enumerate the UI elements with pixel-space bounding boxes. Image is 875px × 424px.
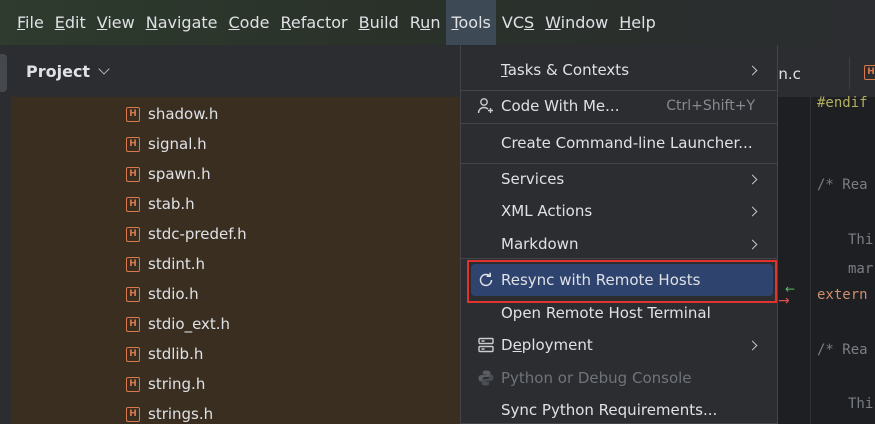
annotation-highlight-box <box>467 260 777 303</box>
code-line: /* Rea <box>817 342 868 358</box>
header-file-icon: H <box>126 316 140 332</box>
code-line: /* Rea <box>817 177 868 193</box>
header-file-icon: H <box>126 166 140 182</box>
menu-tools[interactable]: Tools <box>446 0 496 45</box>
file-name: spawn.h <box>148 165 211 183</box>
file-name: string.h <box>148 375 206 393</box>
project-panel-header: Project <box>11 45 460 97</box>
project-title[interactable]: Project <box>26 62 90 81</box>
code-line: mar <box>848 261 874 277</box>
tree-item[interactable]: Hstab.h <box>11 189 460 219</box>
chevron-down-icon[interactable] <box>98 63 110 75</box>
menu-item-python-debug-console[interactable]: Python or Debug Console <box>461 362 777 394</box>
submenu-arrow-icon <box>747 174 758 184</box>
tree-item[interactable]: Hstdio.h <box>11 279 460 309</box>
menu-separator <box>461 123 777 124</box>
submenu-arrow-icon <box>747 340 758 350</box>
menu-separator <box>461 258 777 259</box>
file-name: stdio.h <box>148 285 199 303</box>
menu-item-code-with-me[interactable]: Code With Me... Ctrl+Shift+Y <box>461 90 777 122</box>
menu-build[interactable]: Build <box>354 0 404 45</box>
code-line: #endif <box>817 95 868 111</box>
file-name: stdlib.h <box>148 345 204 363</box>
shortcut-label: Ctrl+Shift+Y <box>666 98 755 114</box>
editor-gutter-divider <box>810 97 811 424</box>
menu-code[interactable]: Code <box>224 0 275 45</box>
tree-item[interactable]: Hstdio_ext.h <box>11 309 460 339</box>
menu-help[interactable]: Help <box>614 0 660 45</box>
tree-item[interactable]: Hstdc-predef.h <box>11 219 460 249</box>
tree-item[interactable]: Hsignal.h <box>11 129 460 159</box>
submenu-arrow-icon <box>747 239 758 249</box>
header-file-icon: H <box>126 106 140 122</box>
header-file-icon: H <box>126 226 140 242</box>
file-name: stab.h <box>148 195 195 213</box>
file-name: stdint.h <box>148 255 206 273</box>
menu-navigate[interactable]: Navigate <box>141 0 223 45</box>
project-tool-button[interactable] <box>0 54 7 92</box>
code-line: Thi <box>848 232 874 248</box>
submenu-arrow-icon <box>747 65 758 75</box>
header-file-icon: H <box>126 196 140 212</box>
file-name: shadow.h <box>148 105 219 123</box>
menu-item-tasks-contexts[interactable]: Tasks & Contexts <box>461 54 777 86</box>
header-file-icon: H <box>126 376 140 392</box>
menu-item-create-cli-launcher[interactable]: Create Command-line Launcher... <box>461 127 777 159</box>
menu-item-services[interactable]: Services <box>461 163 777 195</box>
menu-window[interactable]: Window <box>540 0 613 45</box>
code-line: Thi <box>848 396 874 412</box>
menu-item-xml-actions[interactable]: XML Actions <box>461 195 777 227</box>
python-icon <box>477 369 495 387</box>
menu-item-deployment[interactable]: Deployment <box>461 329 777 361</box>
tree-item[interactable]: Hspawn.h <box>11 159 460 189</box>
menu-item-sync-python-requirements[interactable]: Sync Python Requirements... <box>461 394 777 424</box>
header-file-icon[interactable]: H <box>864 65 875 80</box>
tab-divider <box>849 57 850 89</box>
gutter-arrow-right-icon[interactable]: → <box>778 293 790 309</box>
header-file-icon: H <box>126 136 140 152</box>
tree-item[interactable]: Hstrings.h <box>11 399 460 424</box>
menu-view[interactable]: View <box>92 0 140 45</box>
tool-window-stripe <box>0 45 11 424</box>
file-name: stdio_ext.h <box>148 315 231 333</box>
file-name: signal.h <box>148 135 207 153</box>
tree-item[interactable]: Hstdint.h <box>11 249 460 279</box>
tree-item[interactable]: Hstdlib.h <box>11 339 460 369</box>
tree-item[interactable]: Hstring.h <box>11 369 460 399</box>
tree-item[interactable]: Hshadow.h <box>11 99 460 129</box>
menu-file[interactable]: File <box>12 0 49 45</box>
menu-refactor[interactable]: Refactor <box>275 0 352 45</box>
code-line: extern <box>817 287 868 303</box>
menu-vcs[interactable]: VCS <box>497 0 539 45</box>
header-file-icon: H <box>126 286 140 302</box>
submenu-arrow-icon <box>747 206 758 216</box>
project-file-tree: Hshadow.h Hsignal.h Hspawn.h Hstab.h Hst… <box>11 97 460 424</box>
user-plus-icon <box>477 97 495 115</box>
header-file-icon: H <box>126 406 140 422</box>
server-icon <box>477 336 495 354</box>
header-file-icon: H <box>126 346 140 362</box>
menu-edit[interactable]: Edit <box>50 0 91 45</box>
menu-run[interactable]: Run <box>405 0 446 45</box>
file-name: stdc-predef.h <box>148 225 247 243</box>
menu-item-markdown[interactable]: Markdown <box>461 228 777 260</box>
header-file-icon: H <box>126 256 140 272</box>
main-menu-bar: File Edit View Navigate Code Refactor Bu… <box>0 0 875 45</box>
file-name: strings.h <box>148 405 214 423</box>
tools-dropdown-menu: Tasks & Contexts Code With Me... Ctrl+Sh… <box>460 45 778 424</box>
